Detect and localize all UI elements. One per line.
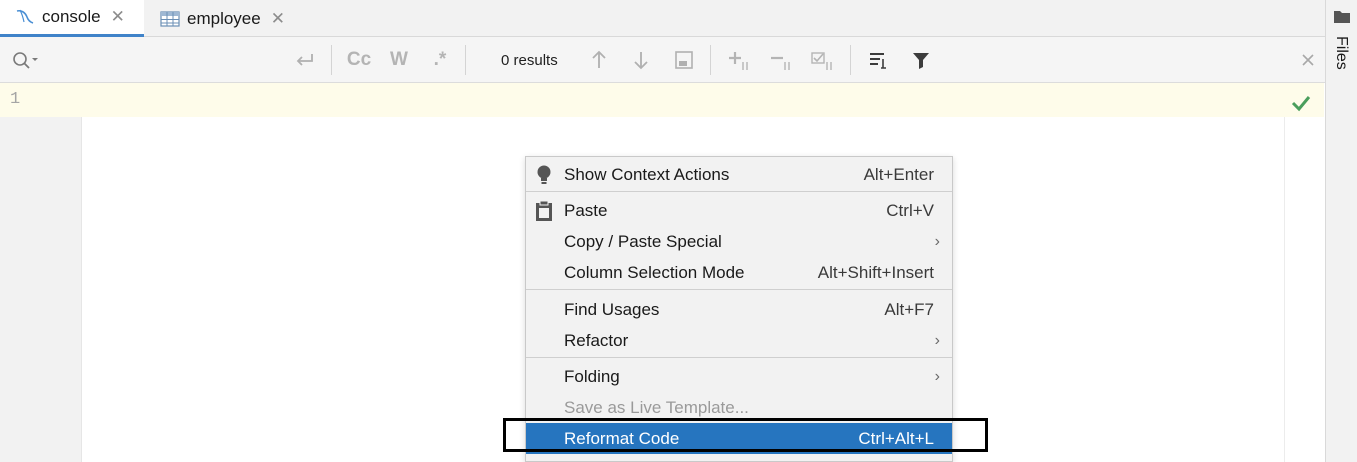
arrow-up-icon[interactable]	[585, 37, 613, 83]
menu-item-column-selection-mode[interactable]: Column Selection Mode Alt+Shift+Insert	[526, 257, 952, 288]
chevron-right-icon: ›	[934, 232, 940, 250]
exclude-occurrence-icon[interactable]	[808, 37, 838, 83]
menu-item-paste[interactable]: Paste Ctrl+V	[526, 195, 952, 226]
results-count: 0 results	[501, 51, 558, 69]
line-gutter	[0, 83, 82, 462]
error-stripe	[1284, 117, 1324, 462]
check-icon[interactable]	[1289, 91, 1313, 115]
files-tool-window-button[interactable]: Files	[1332, 36, 1350, 70]
new-line-icon[interactable]	[290, 37, 320, 83]
tab-employee-label: employee	[187, 8, 261, 28]
search-icon[interactable]	[8, 37, 42, 83]
folder-icon[interactable]	[1333, 9, 1351, 30]
table-icon	[159, 9, 181, 29]
current-line-highlight[interactable]	[82, 83, 1324, 117]
search-input[interactable]	[48, 45, 278, 75]
chevron-right-icon: ›	[934, 367, 940, 385]
menu-item-refactor[interactable]: Refactor ›	[526, 325, 952, 356]
annotation-highlight-box	[503, 418, 988, 452]
words-button[interactable]: W	[384, 37, 414, 83]
filter-icon[interactable]	[906, 37, 936, 83]
find-toolbar: Cc W .* 0 results	[0, 37, 1325, 83]
tab-employee[interactable]: employee ✕	[145, 0, 297, 37]
editor-tab-bar: console ✕ employee ✕	[0, 0, 1325, 37]
line-number: 1	[10, 90, 21, 109]
match-case-button[interactable]: Cc	[342, 37, 376, 83]
add-occurrence-icon[interactable]	[724, 37, 754, 83]
select-all-occurrences-icon[interactable]	[670, 37, 698, 83]
menu-item-copy-paste-special[interactable]: Copy / Paste Special ›	[526, 226, 952, 257]
clipboard-icon	[534, 200, 554, 222]
close-icon[interactable]: ✕	[271, 9, 285, 29]
tab-console[interactable]: console ✕	[0, 0, 144, 37]
lightbulb-icon	[534, 164, 554, 186]
context-menu: Show Context Actions Alt+Enter Paste Ctr…	[525, 156, 953, 462]
menu-item-show-context-actions[interactable]: Show Context Actions Alt+Enter	[526, 159, 952, 190]
tab-console-label: console	[42, 7, 101, 26]
remove-occurrence-icon[interactable]	[766, 37, 796, 83]
close-icon[interactable]	[1295, 37, 1321, 83]
filter-lines-icon[interactable]	[864, 37, 894, 83]
chevron-right-icon: ›	[934, 331, 940, 349]
arrow-down-icon[interactable]	[627, 37, 655, 83]
mysql-console-icon	[14, 7, 36, 27]
regex-button[interactable]: .*	[424, 37, 456, 83]
menu-item-folding[interactable]: Folding ›	[526, 361, 952, 392]
menu-item-find-usages[interactable]: Find Usages Alt+F7	[526, 294, 952, 325]
close-icon[interactable]: ✕	[111, 7, 125, 27]
